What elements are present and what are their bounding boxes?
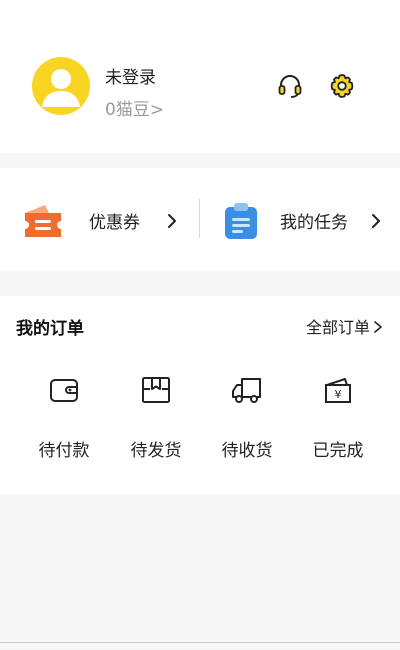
quick-links-panel: 优惠券 我的任务: [0, 168, 400, 271]
my-tasks-link[interactable]: 我的任务: [202, 168, 400, 271]
my-orders-panel: 我的订单 全部订单 待付款 待发货 待收货 ¥ 已完成: [0, 296, 400, 494]
headset-icon: [278, 75, 302, 98]
chevron-right-icon: [374, 321, 382, 333]
order-pending-shipment[interactable]: 待发货: [116, 368, 196, 468]
gear-icon: [330, 74, 354, 98]
orders-section-title: 我的订单: [16, 319, 84, 339]
order-status-label: 待付款: [38, 441, 90, 461]
svg-text:¥: ¥: [335, 388, 342, 401]
package-box-icon: [142, 377, 170, 403]
customer-service-button[interactable]: [276, 72, 304, 100]
settings-button[interactable]: [328, 72, 356, 100]
bottom-divider: [0, 642, 400, 643]
chevron-right-icon: [168, 214, 176, 228]
all-orders-link[interactable]: 全部订单: [306, 314, 383, 338]
my-tasks-label: 我的任务: [280, 213, 348, 233]
login-status-text[interactable]: 未登录: [105, 63, 156, 88]
profile-header: 未登录 0猫豆>: [0, 0, 400, 153]
wallet-icon: [50, 379, 78, 402]
coupons-label: 优惠券: [89, 213, 140, 233]
order-completed[interactable]: ¥ 已完成: [298, 368, 378, 468]
chevron-right-icon: [372, 214, 380, 228]
quick-links-divider: [199, 198, 200, 238]
avatar[interactable]: [32, 57, 90, 115]
order-pending-payment[interactable]: 待付款: [24, 368, 104, 468]
delivery-truck-icon: [232, 378, 261, 403]
order-status-label: 已完成: [312, 441, 364, 461]
yen-receipt-icon: ¥: [325, 378, 351, 403]
coupons-link[interactable]: 优惠券: [0, 168, 198, 271]
all-orders-label: 全部订单: [306, 318, 371, 337]
order-status-label: 待发货: [130, 441, 182, 461]
user-silhouette-icon: [42, 69, 80, 107]
order-status-label: 待收货: [221, 441, 273, 461]
beans-balance-link[interactable]: 0猫豆>: [105, 95, 164, 120]
clipboard-task-icon: [225, 203, 257, 239]
coupon-icon: [25, 205, 61, 237]
order-pending-receipt[interactable]: 待收货: [207, 368, 287, 468]
